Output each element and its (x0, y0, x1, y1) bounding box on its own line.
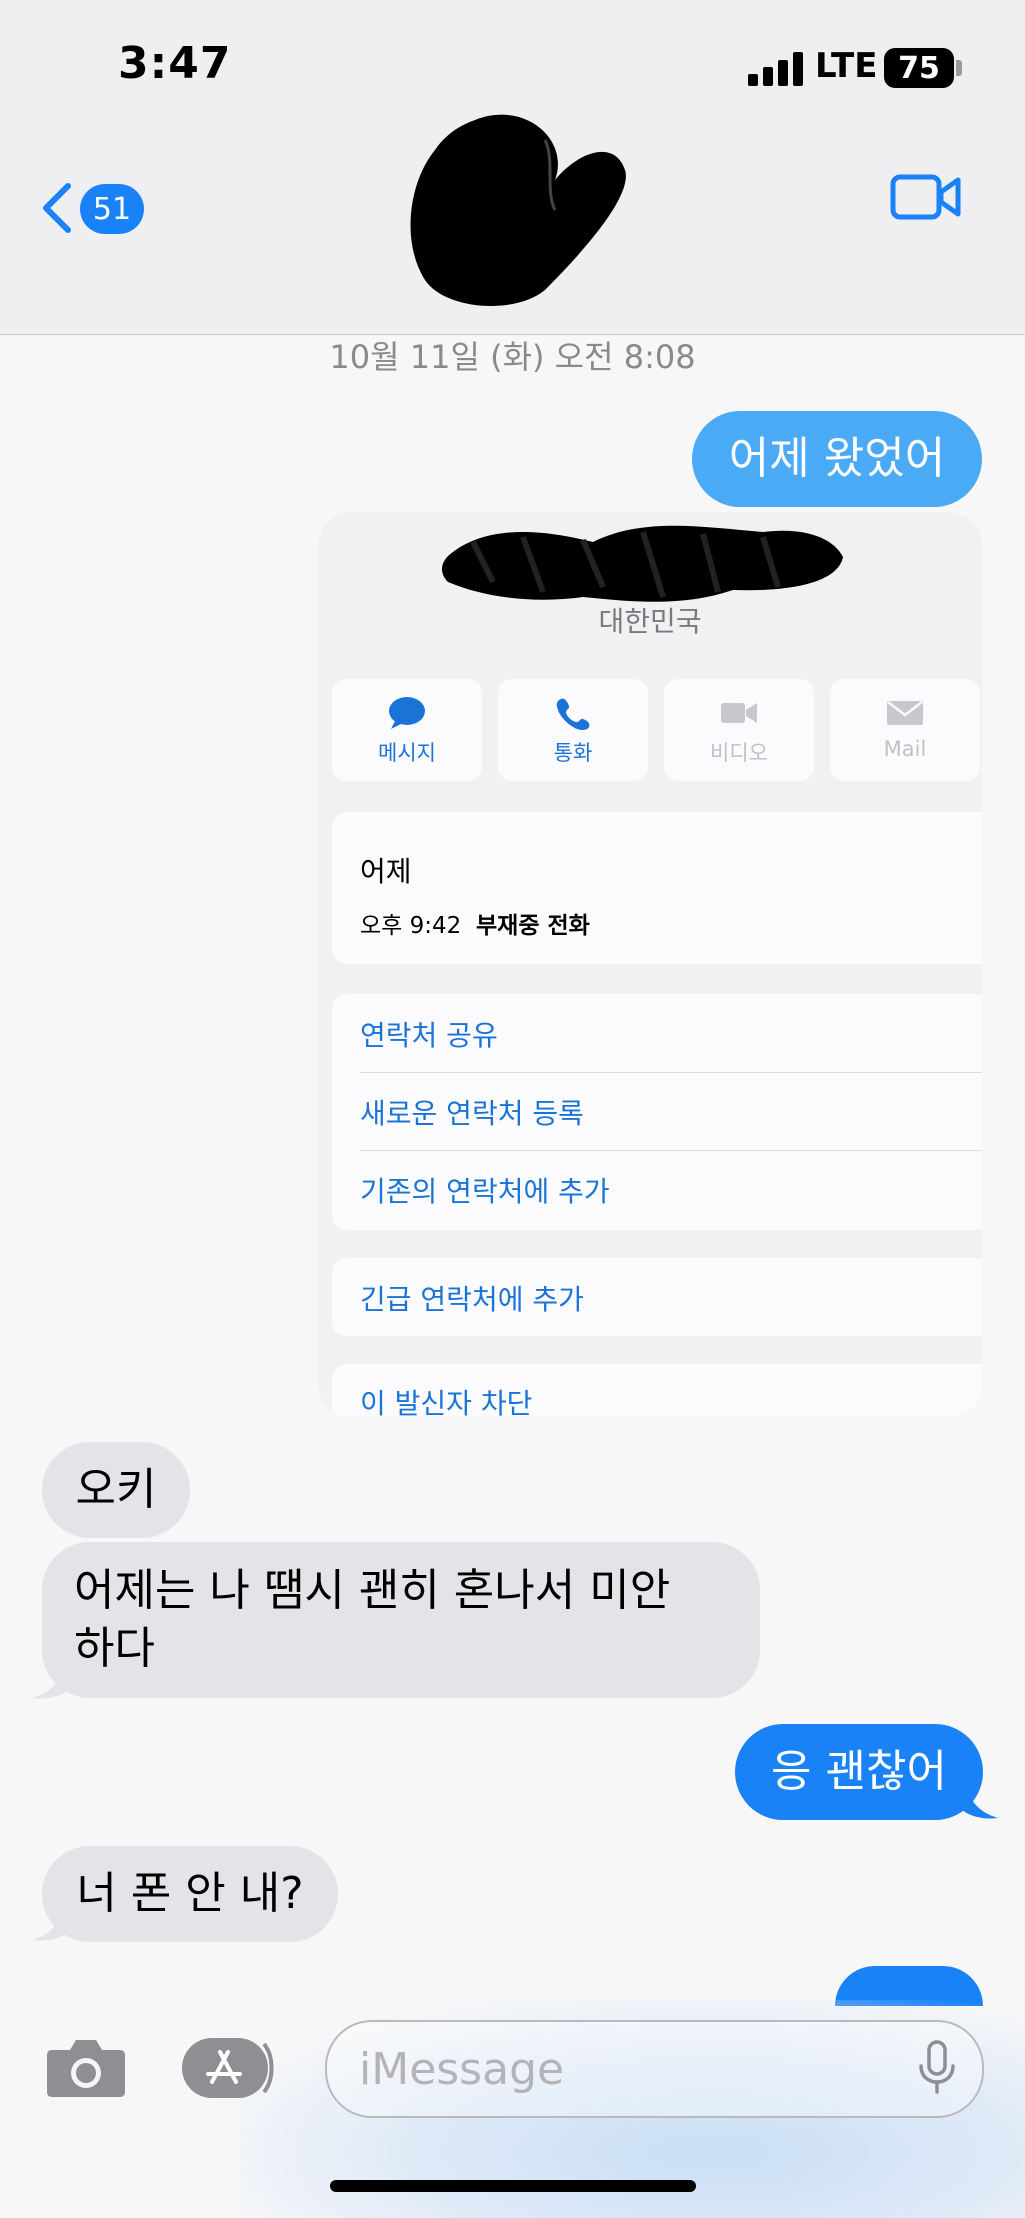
camera-icon (47, 2040, 125, 2097)
action-message: 메시지 (332, 679, 482, 781)
recent-time: 오후 9:42 (360, 913, 462, 939)
action-call: 통화 (498, 679, 648, 781)
video-call-button[interactable] (890, 172, 962, 226)
new-contact-option: 새로운 연락처 등록 (360, 1097, 584, 1130)
battery-cap (956, 60, 962, 76)
block-caller-option: 이 발신자 차단 (360, 1387, 533, 1417)
bubble-tail (960, 1780, 998, 1819)
unread-count-badge: 51 (80, 184, 144, 234)
camera-button[interactable] (46, 2036, 126, 2102)
battery-level: 75 (898, 50, 940, 86)
home-indicator[interactable] (330, 2180, 696, 2192)
bubble-tail (32, 1660, 72, 1699)
battery-icon: 75 (884, 48, 954, 88)
message-icon (389, 697, 425, 729)
outgoing-message[interactable]: 응 괜찮어 (735, 1724, 983, 1820)
microphone-icon[interactable] (917, 2040, 957, 2096)
message-text: 어제 왔었어 (728, 433, 946, 484)
message-text: 오키 (75, 1464, 157, 1515)
mail-icon (887, 701, 923, 725)
recent-day: 어제 (360, 855, 412, 888)
network-type: LTE (815, 46, 878, 86)
video-call-icon (890, 174, 961, 220)
video-icon (721, 703, 757, 723)
message-timestamp: 10월 11일 (화) 오전 8:08 (329, 338, 696, 376)
divider (360, 1150, 982, 1151)
emergency-card: 긴급 연락처에 추가 (332, 1258, 982, 1336)
message-text-line: 어제는 나 땜시 괜히 혼나서 미안 (74, 1565, 671, 1616)
message-text-line: 하다 (74, 1623, 155, 1674)
incoming-message[interactable]: 너 폰 안 내? (42, 1846, 338, 1942)
add-existing-option: 기존의 연락처에 추가 (360, 1175, 610, 1208)
imessage-input-field[interactable] (325, 2020, 984, 2118)
imessage-input[interactable] (357, 2040, 901, 2098)
contact-options-card: 연락처 공유 새로운 연락처 등록 기존의 연락처에 추가 (332, 994, 982, 1230)
app-store-icon (182, 2038, 274, 2098)
recent-type: 부재중 전화 (476, 913, 590, 939)
action-label: 통화 (553, 741, 593, 765)
back-chevron-icon (43, 183, 71, 233)
action-video: 비디오 (664, 679, 814, 781)
redacted-contact-avatar[interactable] (405, 100, 635, 320)
recents-card: 어제 오후 9:42 부재중 전화 (332, 812, 982, 964)
back-button[interactable]: 51 (40, 178, 150, 238)
image-attachment[interactable]: 대한민국 메시지 통화 비디오 Mail 어제 오후 9:42 부재중 전화 연… (318, 512, 982, 1417)
outgoing-message[interactable]: 어제 왔었어 (692, 411, 982, 507)
incoming-message[interactable]: 어제는 나 땜시 괜히 혼나서 미안 하다 (42, 1542, 760, 1698)
incoming-message[interactable]: 오키 (42, 1442, 190, 1538)
action-label: Mail (883, 737, 927, 761)
share-contact-option: 연락처 공유 (360, 1019, 498, 1052)
contact-country: 대한민국 (598, 605, 702, 638)
phone-icon (556, 698, 590, 730)
status-time: 3:47 (118, 38, 232, 89)
block-card: 이 발신자 차단 (332, 1364, 982, 1417)
divider (360, 1072, 982, 1073)
action-label: 비디오 (710, 741, 768, 765)
app-store-button[interactable] (182, 2036, 278, 2100)
signal-icon (748, 52, 804, 86)
action-mail: Mail (830, 679, 980, 781)
action-label: 메시지 (378, 741, 436, 765)
conversation-header: 3:47 LTE 75 51 (0, 0, 1025, 335)
bubble-tail (32, 1902, 72, 1941)
emergency-contact-option: 긴급 연락처에 추가 (360, 1283, 584, 1316)
message-text: 너 폰 안 내? (76, 1868, 304, 1919)
message-text: 응 괜찮어 (771, 1746, 947, 1797)
